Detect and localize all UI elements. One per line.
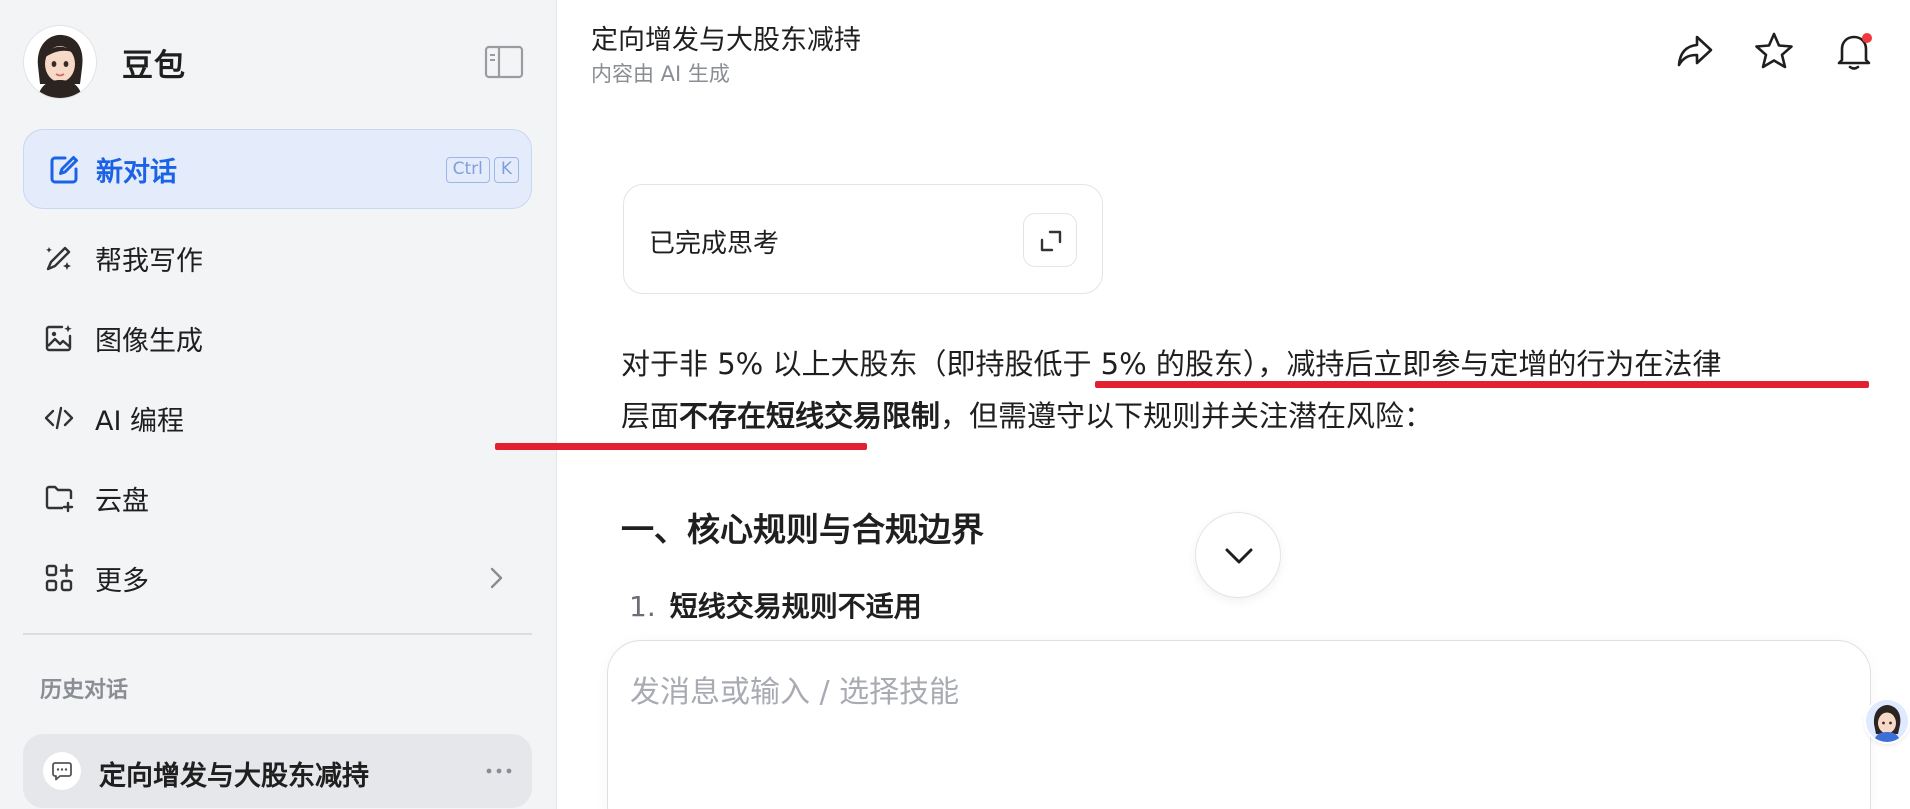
image-sparkle-icon [43,322,75,354]
section-heading: 一、核心规则与合规边界 [621,510,984,549]
sidebar-item-label: 帮我写作 [95,245,203,277]
expand-icon[interactable] [1023,213,1077,267]
new-chat-button[interactable]: 新对话 Ctrl K [23,129,532,209]
pen-sparkle-icon [43,242,75,274]
code-icon [43,402,75,434]
sidebar-collapse-icon[interactable] [484,44,524,80]
floating-assistant-avatar[interactable] [1866,700,1908,742]
star-icon[interactable] [1752,29,1796,73]
brand: 豆包 [24,26,186,98]
answer-text: ，但需遵守以下规则并关注潜在风险： [940,399,1434,433]
answer-text-highlighted: 减持后立即参与定增的行为在法律 [1286,347,1722,381]
sidebar-item-ai-coding[interactable]: AI 编程 [23,386,532,450]
list-item: 1. 短线交易规则不适用 [629,585,922,625]
more-options-icon[interactable] [482,754,516,788]
chat-bubble-icon [43,752,81,790]
brand-name: 豆包 [122,47,186,84]
sidebar-divider [23,633,532,635]
answer-text-bold: 不存在短线交易限制 [679,399,941,433]
red-underline-annotation [495,443,867,450]
chevron-down-icon [1225,548,1253,564]
message-composer [607,640,1871,809]
history-item-label: 定向增发与大股东减持 [99,761,369,792]
notification-dot [1862,33,1872,43]
thinking-status: 已完成思考 [649,229,780,259]
sidebar-item-label: 云盘 [95,485,149,517]
sidebar-item-label: AI 编程 [95,405,185,437]
answer-text: 对于非 5% 以上大股东（即持股低于 5% 的股东）， [621,347,1287,381]
chat-main: 定向增发与大股东减持 内容由 AI 生成 已完成思考 对于非 5% 以上大股东（… [495,0,1910,809]
message-input[interactable] [630,667,1830,787]
apps-icon [43,562,75,594]
thinking-card[interactable]: 已完成思考 [623,184,1103,294]
scroll-to-bottom-button[interactable] [1195,512,1281,598]
chevron-right-icon [482,564,510,592]
doubao-avatar[interactable] [24,26,96,98]
sidebar-item-writing[interactable]: 帮我写作 [23,226,532,290]
shortcut-key: K [493,157,519,183]
red-underline-annotation [1095,381,1869,388]
sidebar-item-image-generation[interactable]: 图像生成 [23,306,532,370]
history-section-title: 历史对话 [40,678,129,703]
share-icon[interactable] [1673,29,1717,73]
answer-text: 层面 [621,399,680,433]
shortcut-key: Ctrl [445,157,490,183]
sidebar-item-more[interactable]: 更多 [23,546,532,610]
sidebar-item-label: 更多 [95,565,149,597]
history-item-active[interactable]: 定向增发与大股东减持 [23,734,532,808]
sidebar: 豆包 新对话 Ctrl K 帮我写作 图像生成 AI 编程 云盘 更多 历史对话… [0,0,557,809]
sidebar-item-label: 图像生成 [95,325,203,357]
answer-paragraph: 对于非 5% 以上大股东（即持股低于 5% 的股东），减持后立即参与定增的行为在… [621,338,1871,442]
list-number: 1. [629,590,656,623]
chat-title: 定向增发与大股东减持 [591,25,861,56]
keyboard-shortcut: Ctrl K [445,157,519,183]
edit-icon [46,152,82,188]
sidebar-item-cloud-drive[interactable]: 云盘 [23,466,532,530]
ai-generated-note: 内容由 AI 生成 [591,62,730,86]
new-chat-label: 新对话 [96,156,177,188]
bell-icon[interactable] [1832,29,1876,73]
list-item-text: 短线交易规则不适用 [669,590,922,623]
folder-add-icon [43,482,75,514]
